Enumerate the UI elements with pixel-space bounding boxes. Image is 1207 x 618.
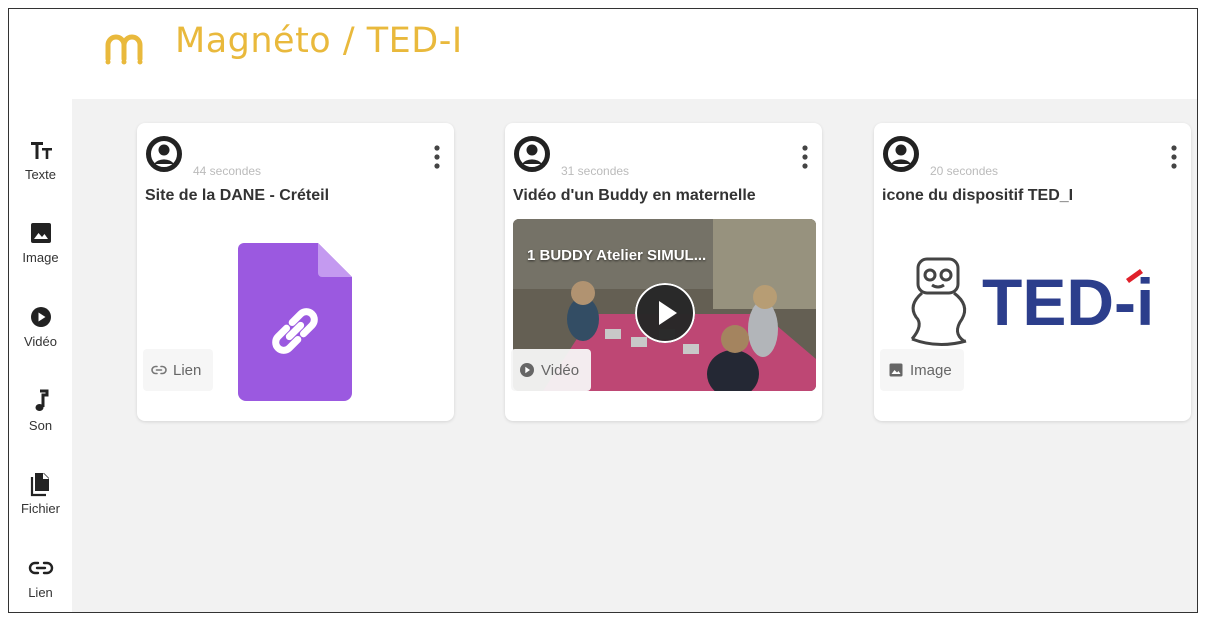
tool-texte[interactable]: Texte [9, 137, 72, 182]
post-title: icone du dispositif TED_I [882, 187, 1074, 204]
more-vert-icon[interactable] [800, 143, 810, 171]
post-card[interactable]: 44 secondes Site de la DANE - Créteil Li… [137, 123, 454, 421]
wall: 44 secondes Site de la DANE - Créteil Li… [72, 99, 1197, 612]
avatar-icon [514, 136, 550, 172]
link-file-icon[interactable] [238, 243, 352, 401]
post-title: Site de la DANE - Créteil [145, 187, 330, 204]
app-frame: Magnéto / TED-I Texte Image Vidéo Son Fi… [8, 8, 1198, 613]
tool-label: Texte [24, 167, 57, 182]
image-icon [889, 363, 903, 377]
more-vert-icon[interactable] [1169, 143, 1179, 171]
link-icon [151, 365, 167, 375]
type-label: Vidéo [541, 361, 580, 379]
tool-label: Fichier [20, 501, 60, 516]
file-icon [30, 473, 49, 497]
play-circle-icon [520, 363, 534, 377]
post-card[interactable]: 20 secondes icone du dispositif TED_I TE… [874, 123, 1191, 421]
play-circle-icon [30, 307, 51, 327]
tool-label: Vidéo [23, 334, 57, 349]
type-label: Lien [173, 361, 202, 379]
magneto-logo-icon [105, 34, 143, 65]
type-chip: Lien [143, 349, 214, 391]
tool-son[interactable]: Son [9, 388, 72, 433]
app-title: Magnéto / TED-I [175, 21, 463, 61]
ted-i-logo-text: TED-i [982, 265, 1154, 339]
post-time: 20 secondes [930, 164, 999, 178]
type-label: Image [910, 361, 952, 379]
type-chip: Image [880, 349, 964, 391]
tool-image[interactable]: Image [9, 220, 72, 265]
post-title: Vidéo d'un Buddy en maternelle [513, 187, 756, 204]
link-icon [28, 561, 53, 575]
ted-i-logo[interactable]: TED-i [904, 253, 1174, 349]
music-note-icon [35, 389, 48, 411]
tool-fichier[interactable]: Fichier [9, 471, 72, 516]
play-icon[interactable] [635, 283, 695, 343]
avatar-icon [883, 136, 919, 172]
tool-label: Lien [28, 585, 53, 600]
tool-lien[interactable]: Lien [9, 555, 72, 600]
more-vert-icon[interactable] [432, 143, 442, 171]
image-icon [30, 223, 51, 243]
avatar-icon [146, 136, 182, 172]
type-chip: Vidéo [511, 349, 592, 391]
tool-video[interactable]: Vidéo [9, 304, 72, 349]
text-format-icon [30, 142, 52, 159]
header: Magnéto / TED-I [9, 9, 1197, 99]
post-time: 44 secondes [193, 164, 262, 178]
tool-sidebar: Texte Image Vidéo Son Fichier Lien [9, 99, 72, 612]
tool-label: Son [28, 418, 53, 433]
post-time: 31 secondes [561, 164, 630, 178]
video-title: 1 BUDDY Atelier SIMUL... [527, 247, 707, 264]
tool-label: Image [22, 250, 59, 265]
post-card[interactable]: 31 secondes Vidéo d'un Buddy en maternel… [505, 123, 822, 421]
